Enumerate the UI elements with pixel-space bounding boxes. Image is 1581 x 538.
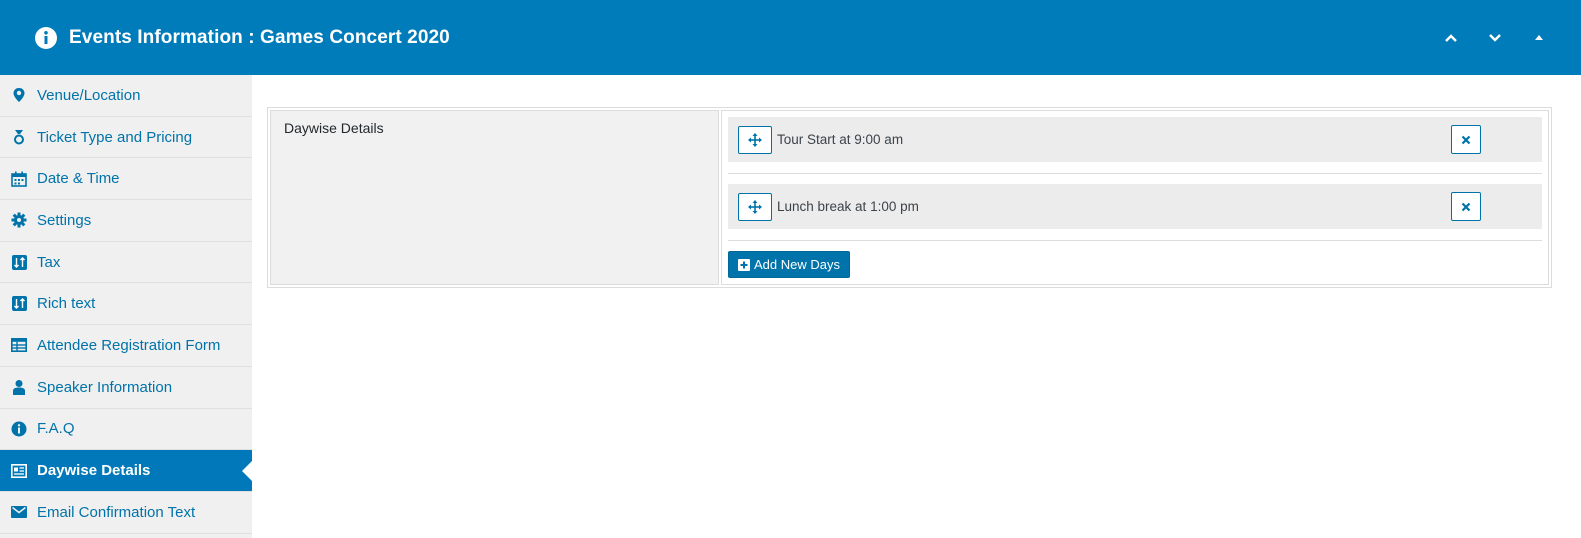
info-circle-icon xyxy=(34,26,58,50)
sidebar-item-speaker-info[interactable]: Speaker Information xyxy=(0,366,252,409)
table-icon xyxy=(10,336,28,354)
sidebar-item-label: Settings xyxy=(37,211,92,229)
day-text: Tour Start at 9:00 am xyxy=(777,132,904,147)
panel-header: Events Information : Games Concert 2020 xyxy=(0,0,1581,75)
add-button-label: Add New Days xyxy=(754,257,840,272)
map-pin-icon xyxy=(10,86,28,104)
move-down-button[interactable] xyxy=(1477,20,1513,56)
envelope-icon xyxy=(10,503,28,521)
section-label: Daywise Details xyxy=(270,110,719,285)
close-icon xyxy=(1461,202,1471,211)
sidebar-item-label: Rich text xyxy=(37,295,96,313)
sidebar-item-label: F.A.Q xyxy=(37,420,75,438)
plus-square-icon xyxy=(738,258,750,271)
sidebar-item-label: Tax xyxy=(37,253,61,271)
sidebar-item-ticket-pricing[interactable]: Ticket Type and Pricing xyxy=(0,116,252,159)
sidebar-item-date-time[interactable]: Date & Time xyxy=(0,158,252,201)
remove-day-button[interactable] xyxy=(1451,125,1481,154)
move-arrows-icon xyxy=(748,199,762,214)
sidebar-item-venue-location[interactable]: Venue/Location xyxy=(0,75,252,117)
sidebar-item-faq[interactable]: F.A.Q xyxy=(0,408,252,451)
sidebar-item-rich-text[interactable]: Rich text xyxy=(0,283,252,326)
sidebar-item-label: Email Confirmation Text xyxy=(37,503,196,521)
panel-controls xyxy=(1425,0,1557,75)
calendar-icon xyxy=(10,170,28,188)
sidebar-item-settings[interactable]: Settings xyxy=(0,200,252,242)
triangle-up-icon xyxy=(1535,34,1543,40)
sidebar-item-label: Ticket Type and Pricing xyxy=(37,128,193,146)
sidebar-item-tax[interactable]: Tax xyxy=(0,241,252,284)
info-circle-icon xyxy=(10,420,28,438)
close-icon xyxy=(1461,135,1471,144)
chevron-down-icon xyxy=(1489,33,1501,42)
sidebar-item-attendee-form[interactable]: Attendee Registration Form xyxy=(0,325,252,367)
ticket-icon xyxy=(10,128,28,146)
day-text: Lunch break at 1:00 pm xyxy=(777,199,919,214)
drag-handle-button[interactable] xyxy=(738,125,772,154)
sort-icon xyxy=(10,253,28,271)
sidebar-item-email-confirmation[interactable]: Email Confirmation Text xyxy=(0,491,252,534)
user-icon xyxy=(10,378,28,396)
move-arrows-icon xyxy=(748,132,762,147)
toggle-panel-button[interactable] xyxy=(1521,20,1557,56)
daywise-details-panel: Daywise Details Tour Start at 9:00 am Lu… xyxy=(267,107,1552,288)
remove-day-button[interactable] xyxy=(1451,192,1481,221)
divider xyxy=(728,173,1542,174)
days-list: Tour Start at 9:00 am Lunch break at 1:0… xyxy=(721,110,1549,285)
day-row: Tour Start at 9:00 am xyxy=(728,117,1542,162)
newspaper-icon xyxy=(10,462,28,480)
sidebar-item-label: Venue/Location xyxy=(37,86,141,104)
move-up-button[interactable] xyxy=(1433,20,1469,56)
divider xyxy=(728,240,1542,241)
day-row: Lunch break at 1:00 pm xyxy=(728,184,1542,229)
gear-icon xyxy=(10,211,28,229)
chevron-up-icon xyxy=(1445,33,1457,42)
add-new-days-button[interactable]: Add New Days xyxy=(728,251,850,278)
sidebar-item-label: Daywise Details xyxy=(37,462,151,480)
panel-title: Events Information : Games Concert 2020 xyxy=(69,26,450,48)
sidebar-item-daywise-details[interactable]: Daywise Details xyxy=(0,450,252,492)
drag-handle-button[interactable] xyxy=(738,192,772,221)
sidebar-item-label: Attendee Registration Form xyxy=(37,336,221,354)
sidebar-item-label: Date & Time xyxy=(37,170,120,188)
sidebar-item-label: Speaker Information xyxy=(37,378,173,396)
sort-icon xyxy=(10,295,28,313)
sidebar-nav: Venue/Location Ticket Type and Pricing D… xyxy=(0,75,252,538)
